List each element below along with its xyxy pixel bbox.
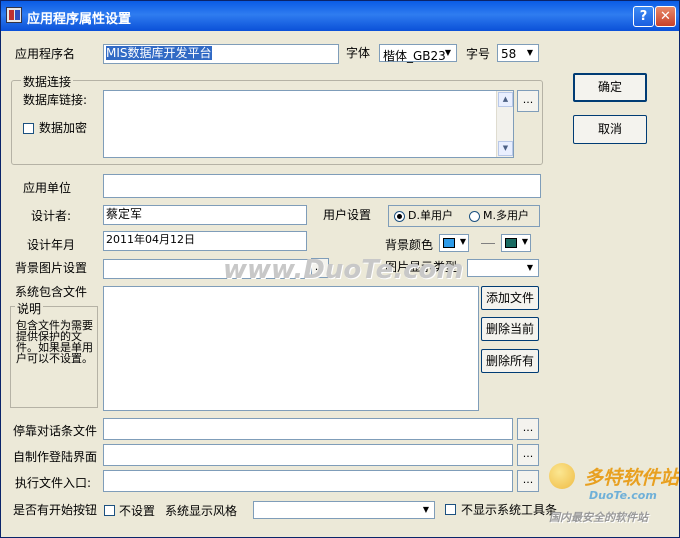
app-name-input[interactable]: MIS数据库开发平台: [103, 44, 339, 64]
slogan-watermark: 国内最安全的软件站: [549, 511, 648, 524]
color-swatch-icon: [505, 238, 517, 248]
app-name-label: 应用程序名: [15, 47, 76, 61]
designer-input[interactable]: 蔡定军: [103, 205, 307, 225]
size-label: 字号: [466, 47, 491, 61]
title-bar: 应用程序属性设置 ? ✕: [1, 1, 679, 31]
encrypt-label: 数据加密: [39, 121, 88, 135]
brand-watermark: 多特软件站: [584, 467, 680, 489]
dock-file-browse-button[interactable]: ...: [517, 418, 539, 440]
color-swatch-icon: [443, 238, 455, 248]
delete-all-button[interactable]: 删除所有: [481, 349, 539, 373]
font-label: 字体: [346, 46, 371, 60]
help-button[interactable]: ?: [633, 6, 654, 27]
bg-color-label: 背景颜色: [385, 238, 434, 252]
encrypt-checkbox[interactable]: [23, 123, 34, 134]
no-setting-checkbox[interactable]: [104, 505, 115, 516]
note-title: 说明: [15, 300, 44, 317]
display-style-select[interactable]: ▼: [253, 501, 435, 519]
exec-entry-label: 执行文件入口:: [15, 476, 92, 490]
chevron-down-icon: ▼: [526, 48, 534, 57]
user-settings-label: 用户设置: [323, 208, 372, 222]
delete-current-button[interactable]: 删除当前: [481, 317, 539, 341]
app-icon: [6, 7, 22, 23]
exec-entry-input[interactable]: [103, 470, 513, 492]
image-display-select[interactable]: ▼: [467, 259, 539, 277]
chevron-down-icon: ▼: [526, 263, 534, 272]
include-files-list[interactable]: [103, 286, 479, 411]
data-connection-title: 数据连接: [21, 73, 74, 90]
note-text: 包含文件为需要提供保护的文件。如果是单用户可以不设置。: [16, 319, 93, 365]
brand-logo: [549, 463, 575, 489]
chevron-down-icon: ▼: [459, 237, 466, 246]
font-select[interactable]: 楷体_GB23 ▼: [379, 44, 457, 63]
db-link-textarea[interactable]: ▲ ▼: [103, 90, 514, 158]
db-link-browse-button[interactable]: ...: [517, 90, 539, 112]
app-name-value: MIS数据库开发平台: [106, 46, 212, 60]
login-ui-label: 自制作登陆界面: [13, 450, 98, 464]
single-user-label: D.单用户: [408, 209, 453, 222]
designer-label: 设计者:: [31, 209, 72, 223]
add-file-button[interactable]: 添加文件: [481, 286, 539, 310]
include-files-label: 系统包含文件: [15, 285, 88, 299]
multi-user-label: M.多用户: [483, 209, 529, 222]
dock-file-input[interactable]: [103, 418, 513, 440]
chevron-down-icon: ▼: [444, 48, 452, 57]
login-ui-input[interactable]: [103, 444, 513, 466]
login-ui-browse-button[interactable]: ...: [517, 444, 539, 466]
cancel-button[interactable]: 取消: [573, 115, 647, 144]
chevron-down-icon: ▼: [521, 237, 528, 246]
scroll-down-icon[interactable]: ▼: [498, 141, 513, 156]
display-style-label: 系统显示风格: [165, 504, 238, 518]
multi-user-radio[interactable]: [469, 211, 480, 222]
start-button-label: 是否有开始按钮: [13, 503, 98, 517]
chevron-down-icon: ▼: [422, 505, 430, 514]
size-select[interactable]: 58 ▼: [497, 44, 539, 62]
dock-file-label: 停靠对话条文件: [13, 424, 98, 438]
size-value: 58: [501, 47, 517, 61]
divider: [481, 243, 495, 244]
hide-toolbar-label: 不显示系统工具条: [461, 503, 558, 517]
single-user-radio[interactable]: [394, 211, 405, 222]
window-title: 应用程序属性设置: [27, 12, 132, 27]
note-box: 说明 包含文件为需要提供保护的文件。如果是单用户可以不设置。: [10, 300, 98, 408]
bg-image-label: 背景图片设置: [15, 261, 88, 275]
exec-entry-browse-button[interactable]: ...: [517, 470, 539, 492]
close-button[interactable]: ✕: [655, 6, 676, 27]
brand-url-watermark: DuoTe.com: [589, 489, 657, 502]
unit-label: 应用单位: [23, 181, 72, 195]
bg-color-picker-2[interactable]: ▼: [501, 234, 531, 252]
site-watermark: www.DuoTe.com: [223, 255, 464, 285]
no-setting-label: 不设置: [119, 504, 156, 518]
scroll-up-icon[interactable]: ▲: [498, 92, 513, 107]
design-date-input[interactable]: 2011年04月12日: [103, 231, 307, 251]
db-link-scrollbar[interactable]: ▲ ▼: [496, 91, 513, 157]
db-link-label: 数据库链接:: [23, 93, 88, 107]
font-value: 楷体_GB23: [383, 49, 446, 63]
ok-button[interactable]: 确定: [573, 73, 647, 102]
bg-color-picker-1[interactable]: ▼: [439, 234, 469, 252]
properties-dialog: 应用程序属性设置 ? ✕ 应用程序名 MIS数据库开发平台 字体 楷体_GB23…: [0, 0, 680, 538]
hide-toolbar-checkbox[interactable]: [445, 504, 456, 515]
unit-input[interactable]: [103, 174, 541, 198]
design-date-label: 设计年月: [27, 238, 76, 252]
